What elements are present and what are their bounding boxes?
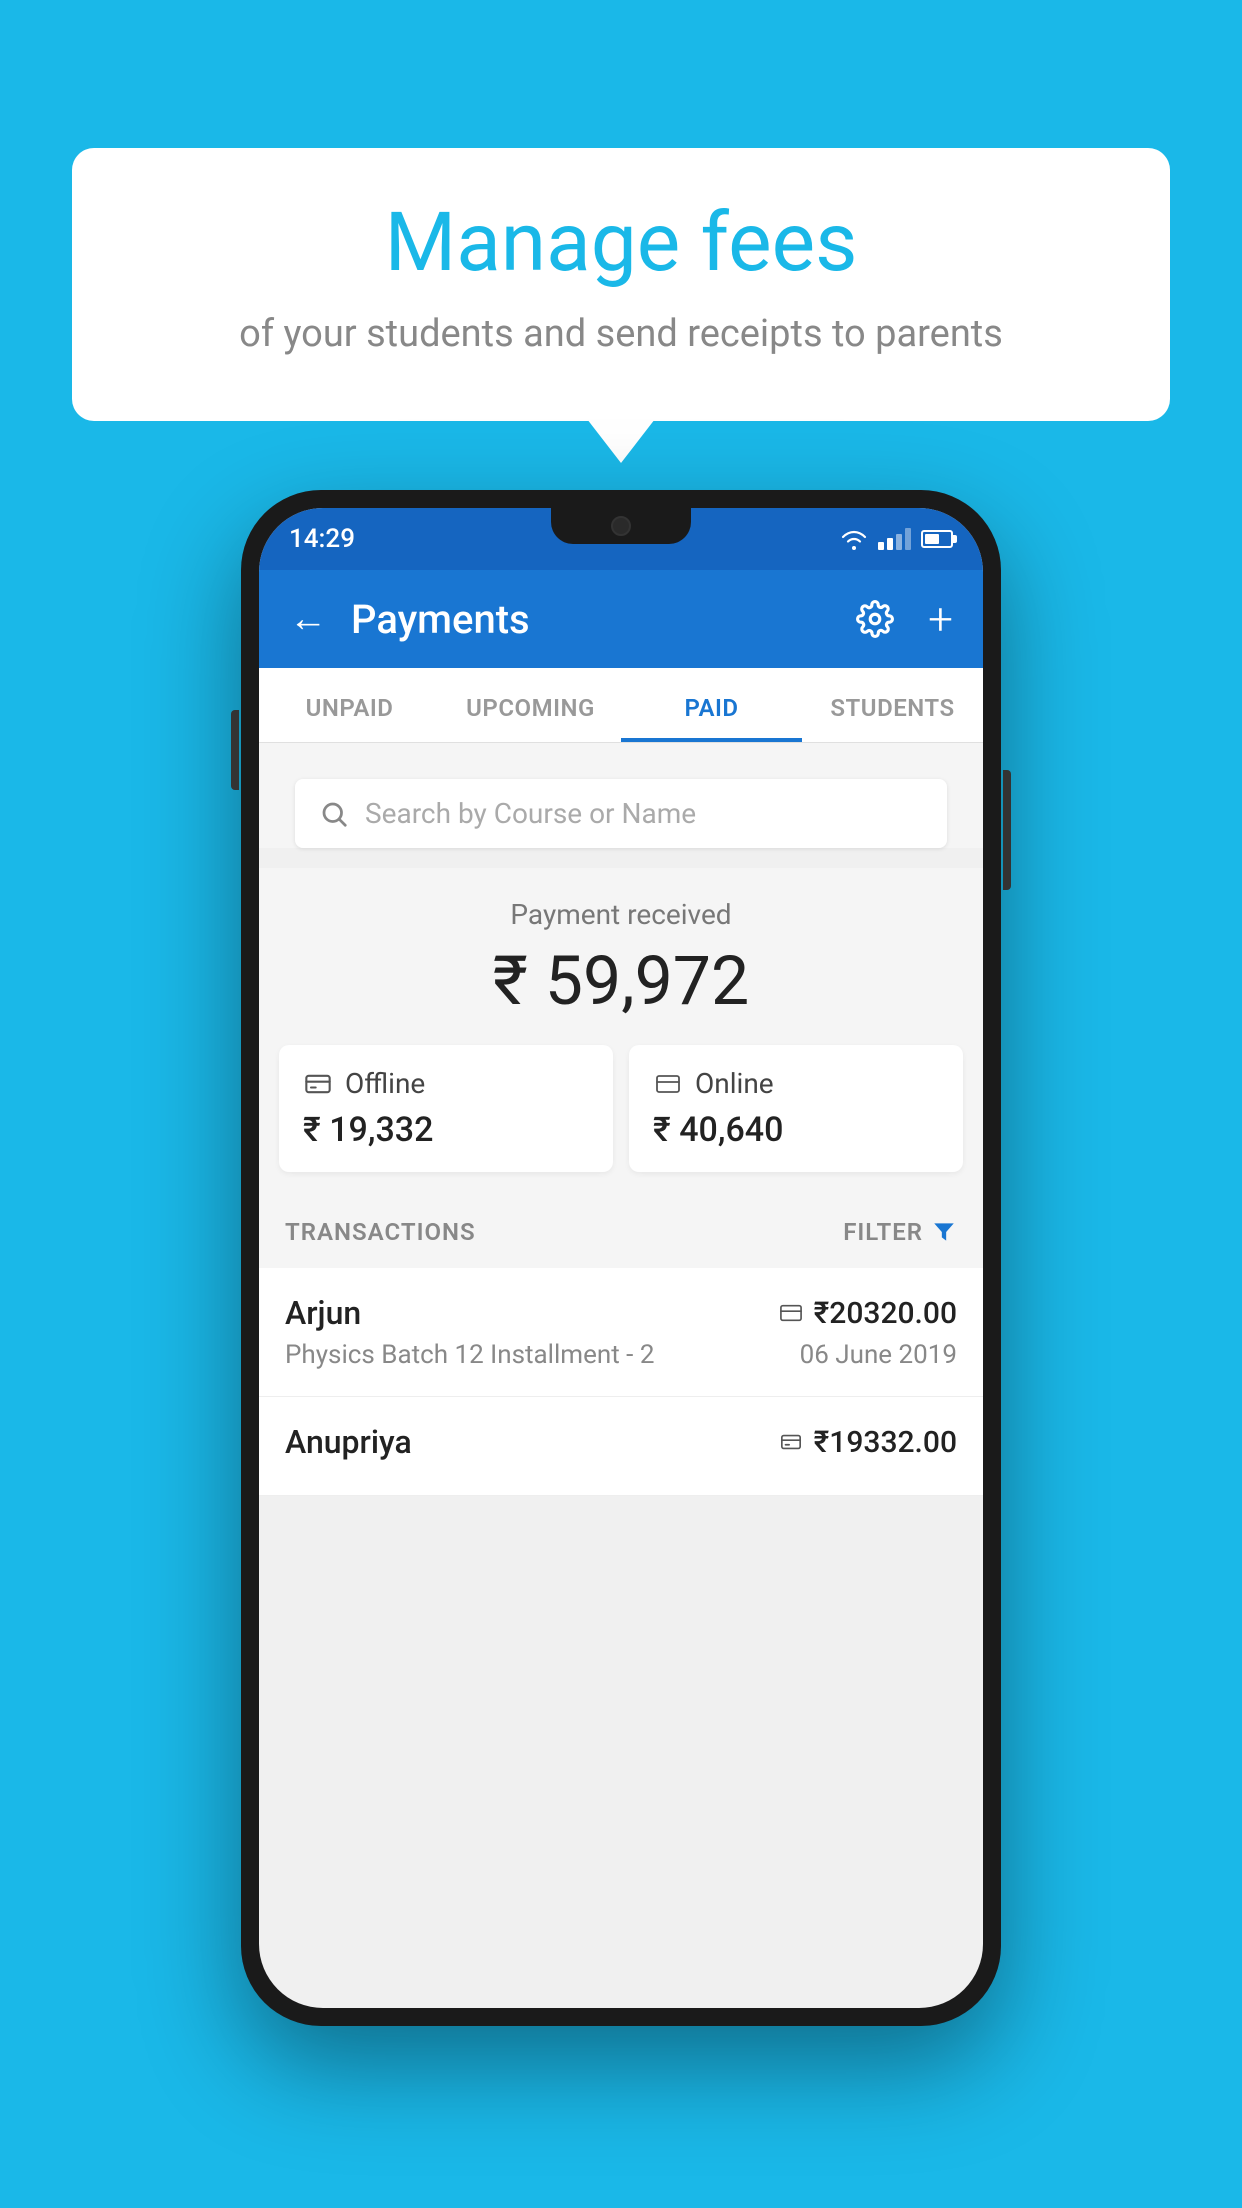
wifi-icon <box>840 528 868 550</box>
transaction-amount: ₹20320.00 <box>814 1296 957 1331</box>
transaction-amount: ₹19332.00 <box>814 1425 957 1460</box>
tab-upcoming[interactable]: UPCOMING <box>440 668 621 742</box>
tab-students[interactable]: STUDENTS <box>802 668 983 742</box>
search-bar[interactable]: Search by Course or Name <box>295 779 947 848</box>
app-bar-title: Payments <box>351 596 832 643</box>
offline-icon <box>303 1070 333 1098</box>
payment-amount: ₹ 59,972 <box>279 941 963 1021</box>
phone-device: 14:29 <box>241 490 1001 2026</box>
transaction-amount-row: ₹20320.00 <box>778 1296 957 1331</box>
transaction-top-row: Anupriya ₹19332.00 <box>285 1423 957 1461</box>
speech-bubble: Manage fees of your students and send re… <box>72 148 1170 421</box>
transactions-label: TRANSACTIONS <box>285 1218 476 1246</box>
front-camera <box>611 516 631 536</box>
tab-unpaid[interactable]: UNPAID <box>259 668 440 742</box>
phone-screen: 14:29 <box>259 508 983 2008</box>
online-icon <box>653 1072 683 1096</box>
gear-icon[interactable] <box>856 600 894 638</box>
status-icons <box>840 528 953 550</box>
online-payment-icon <box>778 1302 804 1324</box>
offline-card-label: Offline <box>345 1067 425 1100</box>
online-card-header: Online <box>653 1067 939 1100</box>
transaction-name: Arjun <box>285 1294 361 1332</box>
battery-icon <box>921 530 953 548</box>
online-payment-card: Online ₹ 40,640 <box>629 1045 963 1172</box>
filter-label: FILTER <box>843 1218 923 1246</box>
offline-amount: ₹ 19,332 <box>303 1110 589 1150</box>
status-time: 14:29 <box>289 524 355 554</box>
bubble-subtitle: of your students and send receipts to pa… <box>132 308 1110 361</box>
phone-outer-shell: 14:29 <box>241 490 1001 2026</box>
transaction-name: Anupriya <box>285 1423 412 1461</box>
search-placeholder-text: Search by Course or Name <box>365 797 696 830</box>
offline-payment-card: Offline ₹ 19,332 <box>279 1045 613 1172</box>
filter-button[interactable]: FILTER <box>843 1218 957 1246</box>
payment-summary: Payment received ₹ 59,972 <box>259 868 983 1045</box>
transaction-bottom-row: Physics Batch 12 Installment - 2 06 June… <box>285 1340 957 1370</box>
tabs-bar: UNPAID UPCOMING PAID STUDENTS <box>259 668 983 743</box>
power-button <box>1003 770 1011 890</box>
transaction-row[interactable]: Arjun ₹20320.00 Physics Batch 12 Install… <box>259 1268 983 1397</box>
online-card-label: Online <box>695 1067 774 1100</box>
search-icon <box>319 799 349 829</box>
transaction-amount-row: ₹19332.00 <box>778 1425 957 1460</box>
bubble-title: Manage fees <box>132 198 1110 288</box>
phone-notch <box>551 508 691 544</box>
app-bar: ← Payments + <box>259 570 983 668</box>
payment-cards-row: Offline ₹ 19,332 Online ₹ 40,640 <box>259 1045 983 1196</box>
tab-paid[interactable]: PAID <box>621 668 802 742</box>
transaction-row[interactable]: Anupriya ₹19332.00 <box>259 1397 983 1496</box>
online-amount: ₹ 40,640 <box>653 1110 939 1150</box>
filter-icon <box>931 1219 957 1245</box>
transaction-detail: Physics Batch 12 Installment - 2 <box>285 1340 654 1370</box>
transactions-header: TRANSACTIONS FILTER <box>259 1196 983 1268</box>
signal-icon <box>878 528 911 550</box>
back-button[interactable]: ← <box>289 597 327 641</box>
volume-button <box>231 710 239 790</box>
payment-label: Payment received <box>279 898 963 931</box>
add-button[interactable]: + <box>928 593 953 645</box>
offline-card-header: Offline <box>303 1067 589 1100</box>
offline-payment-icon <box>778 1431 804 1453</box>
transaction-date: 06 June 2019 <box>800 1340 957 1370</box>
transaction-top-row: Arjun ₹20320.00 <box>285 1294 957 1332</box>
